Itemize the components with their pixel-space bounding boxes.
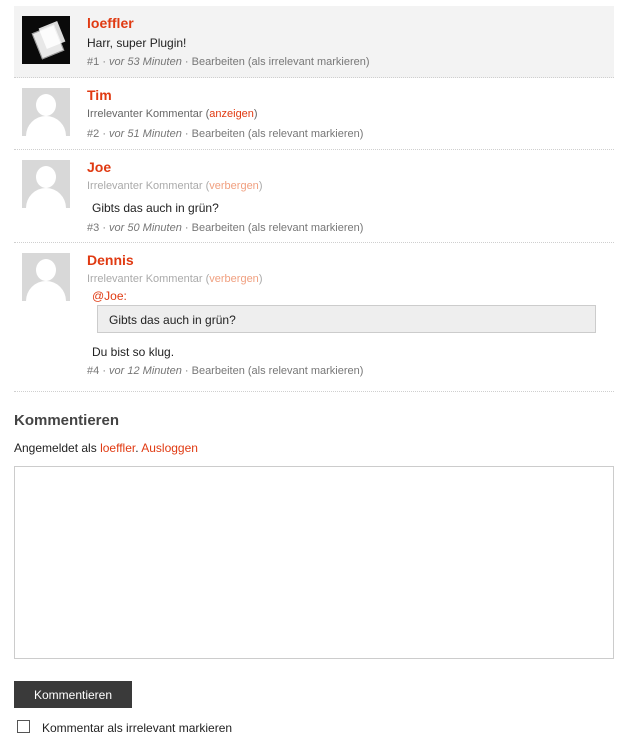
meta-separator: · [102,56,106,68]
comment-time: vor 53 Minuten [109,56,182,68]
logged-in-dot: . [135,441,139,455]
comment-author-link[interactable]: loeffler [87,15,134,31]
irrelevant-checkbox-label[interactable]: Kommentar als irrelevant markieren [42,721,232,735]
comment-permalink[interactable]: #3 [87,222,99,234]
edit-link[interactable]: Bearbeiten [192,222,245,234]
comment-permalink[interactable]: #2 [87,128,99,140]
meta-separator: · [184,56,189,68]
meta-separator: · [184,365,189,377]
comment-item: loeffler Harr, super Plugin! #1 · vor 53… [14,6,614,78]
irrelevant-prefix: Irrelevanter Kommentar ( [87,180,210,192]
mark-relevant-link[interactable]: (als relevant markieren) [248,365,364,377]
submit-comment-button[interactable]: Kommentieren [14,681,132,708]
comment-item: Joe Irrelevanter Kommentar (verbergen) G… [14,150,614,243]
comment-meta: #4 · vor 12 Minuten · Bearbeiten (als re… [87,365,363,377]
avatar [22,253,70,301]
irrelevant-suffix: ) [258,180,263,192]
irrelevant-notice: Irrelevanter Kommentar (verbergen) [87,273,262,285]
irrelevant-notice: Irrelevanter Kommentar (verbergen) [87,180,262,192]
comment-permalink[interactable]: #1 [87,56,99,68]
comment-time: vor 50 Minuten [109,222,182,234]
comment-time: vor 12 Minuten [109,365,182,377]
meta-separator: · [102,222,106,234]
avatar [22,160,70,208]
meta-separator: · [184,222,189,234]
avatar [22,16,70,64]
mark-irrelevant-link[interactable]: (als irrelevant markieren) [248,56,370,68]
comment-time: vor 51 Minuten [109,128,182,140]
avatar [22,88,70,136]
comment-author-link[interactable]: Dennis [87,252,134,268]
comment-meta: #2 · vor 51 Minuten · Bearbeiten (als re… [87,128,363,140]
meta-separator: · [102,128,106,140]
comment-text: Harr, super Plugin! [87,36,187,50]
mark-relevant-link[interactable]: (als relevant markieren) [248,128,364,140]
comment-text: Gibts das auch in grün? [92,201,219,215]
comment-meta: #1 · vor 53 Minuten · Bearbeiten (als ir… [87,56,370,68]
quote-text: Gibts das auch in grün? [109,313,236,327]
logged-in-prefix: Angemeldet als [14,441,97,455]
edit-link[interactable]: Bearbeiten [192,56,245,68]
hide-comment-link[interactable]: verbergen [209,273,259,285]
reply-heading: Kommentieren [14,412,120,429]
quote-block: Gibts das auch in grün? [97,305,596,333]
irrelevant-suffix: ) [253,108,258,120]
irrelevant-notice: Irrelevanter Kommentar (anzeigen) [87,108,258,120]
comment-permalink[interactable]: #4 [87,365,99,377]
comment-item: Dennis Irrelevanter Kommentar (verbergen… [14,243,614,392]
irrelevant-checkbox[interactable] [17,720,30,733]
comment-text: Du bist so klug. [92,345,175,359]
comment-author-link[interactable]: Joe [87,159,111,175]
comment-author-link[interactable]: Tim [87,87,112,103]
comment-meta: #3 · vor 50 Minuten · Bearbeiten (als re… [87,222,363,234]
edit-link[interactable]: Bearbeiten [192,365,245,377]
comment-item: Tim Irrelevanter Kommentar (anzeigen) #2… [14,78,614,150]
profile-link[interactable]: loeffler [100,441,135,455]
irrelevant-suffix: ) [258,273,263,285]
irrelevant-prefix: Irrelevanter Kommentar ( [87,273,210,285]
irrelevant-prefix: Irrelevanter Kommentar ( [87,108,210,120]
show-comment-link[interactable]: anzeigen [209,108,254,120]
mention-link[interactable]: @Joe: [92,289,127,303]
logout-link[interactable]: Ausloggen [141,441,198,455]
meta-separator: · [102,365,106,377]
hide-comment-link[interactable]: verbergen [209,180,259,192]
edit-link[interactable]: Bearbeiten [192,128,245,140]
meta-separator: · [184,128,189,140]
mark-relevant-link[interactable]: (als relevant markieren) [248,222,364,234]
comment-list: loeffler Harr, super Plugin! #1 · vor 53… [14,6,614,392]
comment-textarea[interactable] [14,466,614,659]
logged-in-info: Angemeldet als loeffler. Ausloggen [14,441,198,455]
